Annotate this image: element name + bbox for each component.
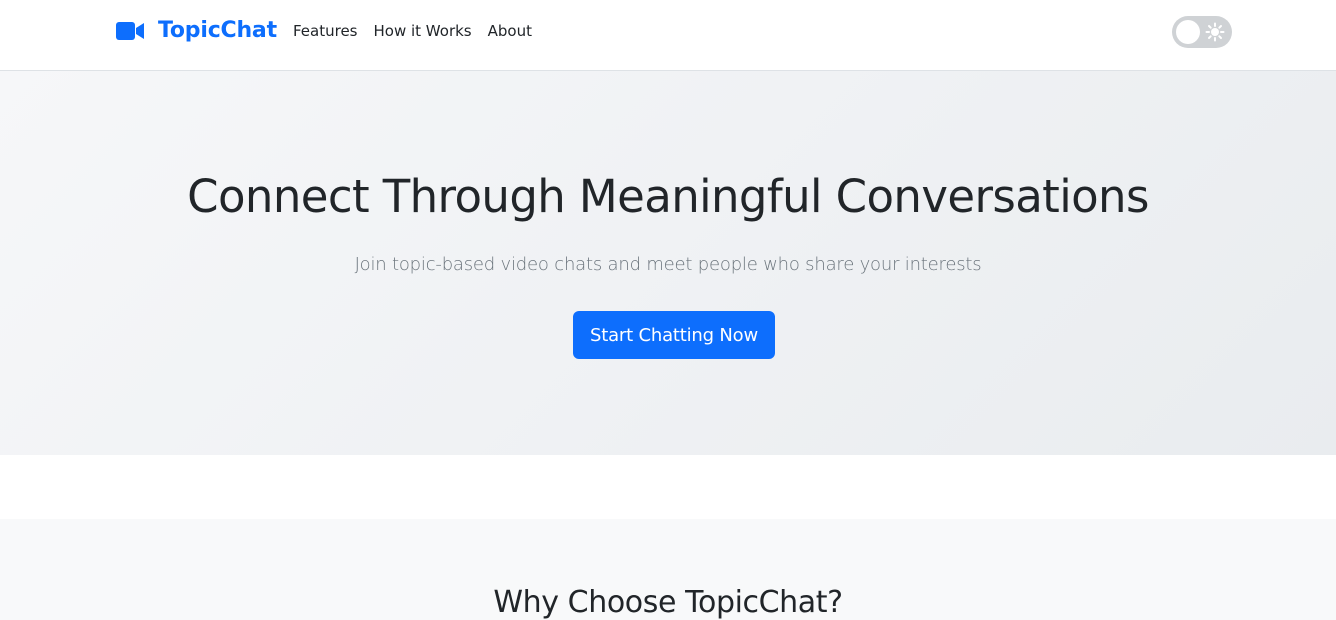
nav-link-how-it-works[interactable]: How it Works bbox=[374, 22, 472, 40]
video-camera-icon bbox=[116, 21, 144, 41]
hero-subtitle: Join topic-based video chats and meet pe… bbox=[354, 254, 982, 275]
hero-section: Connect Through Meaningful Conversations… bbox=[0, 71, 1336, 455]
toggle-knob bbox=[1176, 20, 1200, 44]
nav-link-features[interactable]: Features bbox=[293, 22, 358, 40]
theme-toggle[interactable] bbox=[1172, 16, 1232, 48]
brand-name: TopicChat bbox=[158, 18, 277, 43]
hero-title: Connect Through Meaningful Conversations bbox=[187, 170, 1149, 223]
start-chatting-button[interactable]: Start Chatting Now bbox=[573, 311, 775, 359]
features-title: Why Choose TopicChat? bbox=[493, 585, 843, 620]
nav-link-about[interactable]: About bbox=[488, 22, 532, 40]
features-section: Why Choose TopicChat? bbox=[0, 519, 1336, 620]
nav-links: Features How it Works About bbox=[293, 22, 548, 40]
sun-icon bbox=[1205, 22, 1225, 42]
brand-link[interactable]: TopicChat bbox=[116, 18, 277, 43]
navbar: TopicChat Features How it Works About bbox=[0, 0, 1336, 71]
